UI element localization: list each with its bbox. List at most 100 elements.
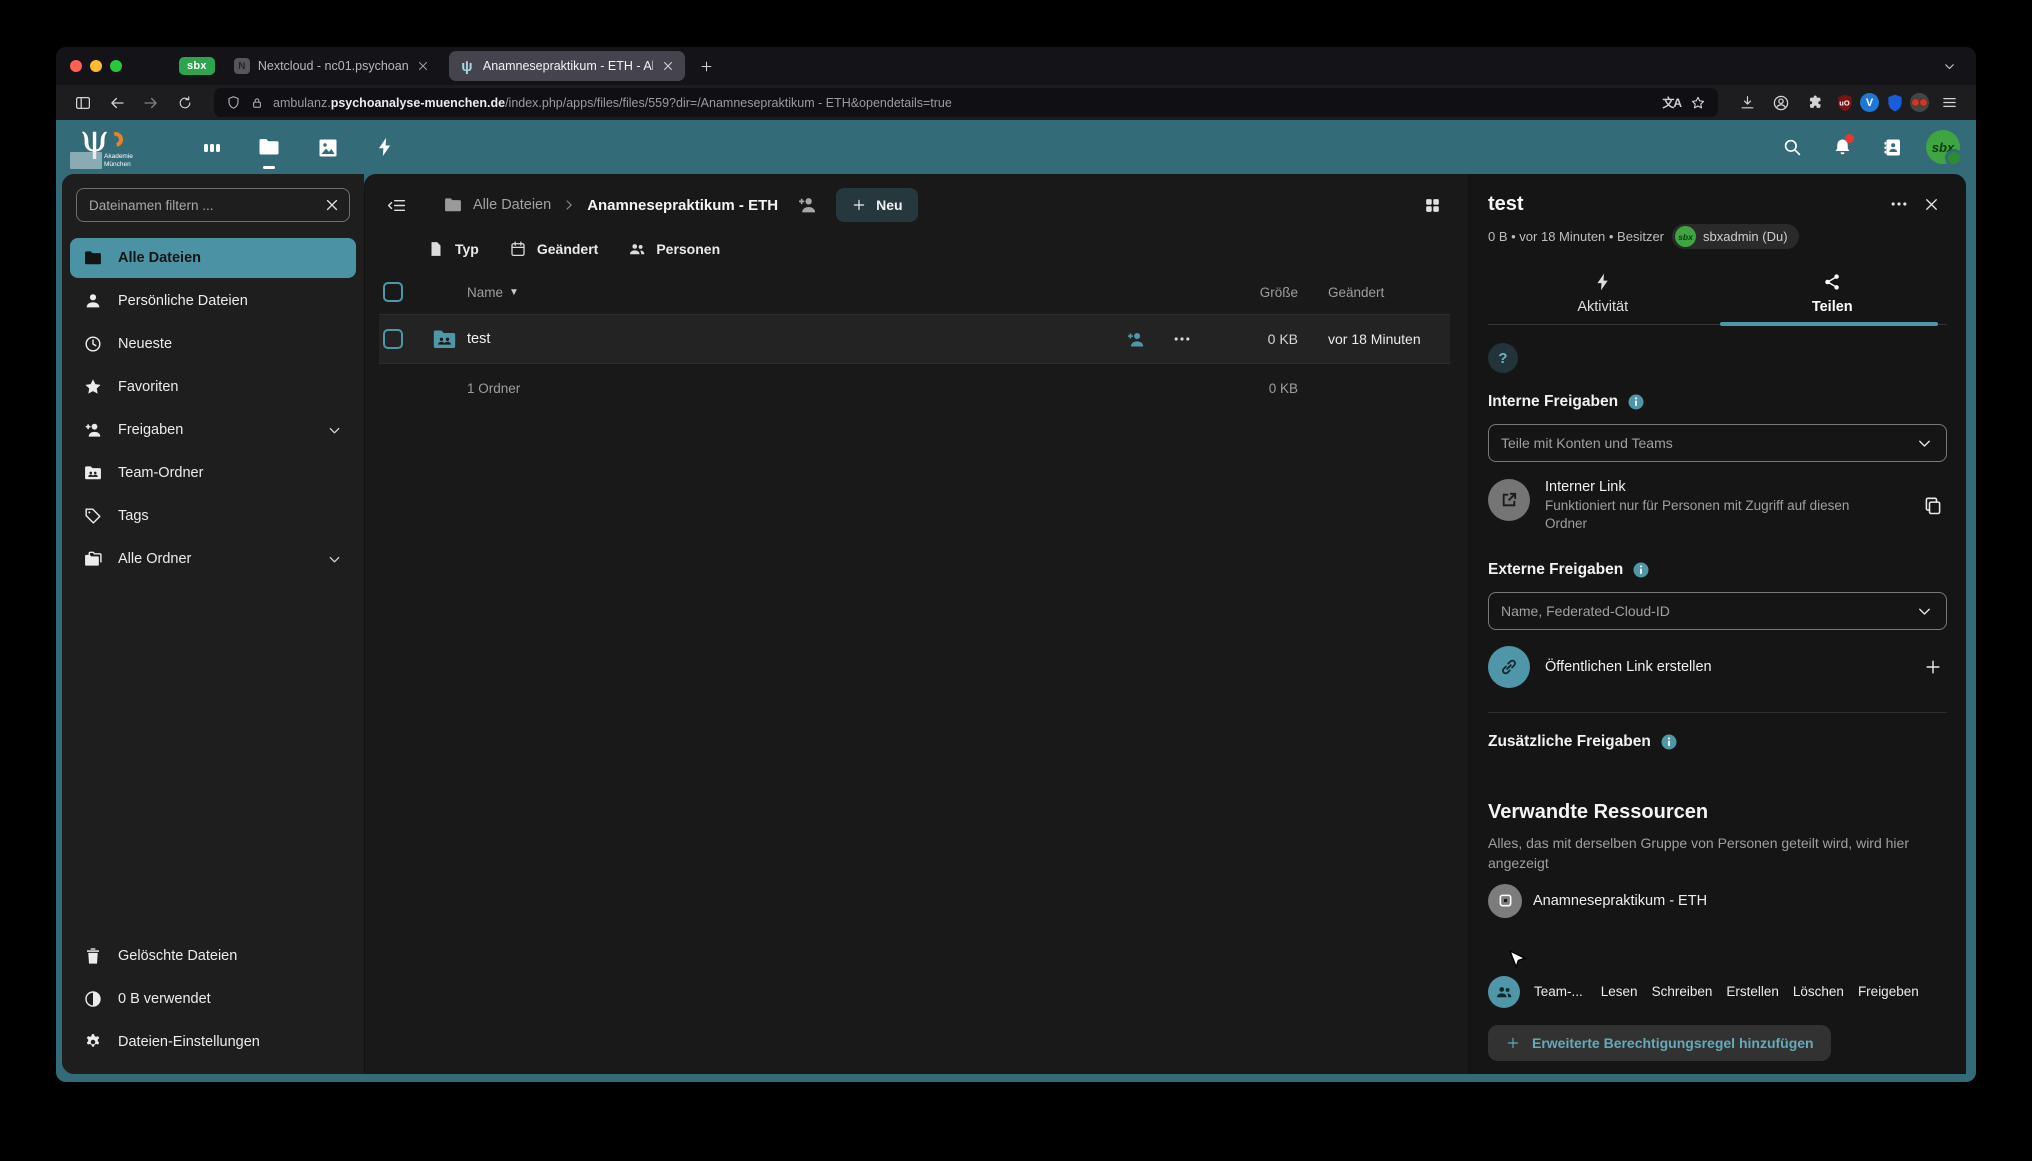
sharing-help-button[interactable]: ?: [1488, 343, 1518, 373]
zoom-window-button[interactable]: [110, 60, 122, 72]
breadcrumb-current[interactable]: Anamnesepraktikum - ETH: [587, 197, 778, 214]
sidebar-item-shares[interactable]: Freigaben: [70, 410, 356, 450]
info-icon[interactable]: [1632, 561, 1650, 579]
sidebar-item-personal-files[interactable]: Persönliche Dateien: [70, 281, 356, 321]
filter-chip-modified[interactable]: Geändert: [509, 240, 598, 258]
team-avatar[interactable]: [1488, 976, 1520, 1008]
tracking-protection-shield-icon[interactable]: [226, 95, 241, 110]
filename-filter[interactable]: [76, 188, 350, 222]
account-button[interactable]: [1766, 89, 1796, 116]
sidebar-item-label: Alle Ordner: [118, 551, 191, 567]
public-link-row[interactable]: Öffentlichen Link erstellen: [1488, 646, 1947, 688]
chevron-down-icon[interactable]: [326, 422, 343, 439]
row-checkbox[interactable]: [383, 329, 403, 349]
user-avatar[interactable]: sbx: [1926, 130, 1960, 164]
desktop: { "colors": { "accent": "#4f97a8", "head…: [0, 0, 2032, 1161]
sidebar-toggle-button[interactable]: [68, 89, 98, 116]
details-actions-button[interactable]: [1883, 188, 1915, 220]
share-button[interactable]: [1125, 329, 1146, 350]
copy-internal-link-button[interactable]: [1919, 492, 1947, 520]
create-public-link-button[interactable]: [1919, 653, 1947, 681]
chevron-down-icon[interactable]: [1915, 434, 1934, 453]
close-details-button[interactable]: [1915, 188, 1947, 220]
tab-group-badge[interactable]: sbx: [179, 57, 215, 75]
internal-link-row[interactable]: Interner Link Funktioniert nur für Perso…: [1488, 479, 1947, 533]
chevron-down-icon[interactable]: [1915, 602, 1934, 621]
bookmark-star-icon[interactable]: [1690, 95, 1706, 111]
minimize-window-button[interactable]: [90, 60, 102, 72]
unified-search-button[interactable]: [1772, 125, 1812, 169]
actions-menu-button[interactable]: [1172, 329, 1192, 349]
internal-share-search[interactable]: [1488, 424, 1947, 462]
chevron-down-icon[interactable]: [326, 551, 343, 568]
close-tab-icon[interactable]: [416, 59, 430, 73]
file-name[interactable]: test: [467, 331, 1080, 347]
tab-sharing[interactable]: Teilen: [1718, 263, 1948, 324]
column-header-modified[interactable]: Geändert: [1298, 285, 1450, 300]
sidebar-item-label: Gelöschte Dateien: [118, 948, 237, 964]
select-all-checkbox[interactable]: [383, 282, 403, 302]
new-tab-button[interactable]: [694, 53, 720, 79]
acl-permissions-row: Team-... Lesen Schreiben Erstellen Lösch…: [1488, 976, 1947, 1008]
vimium-extension-icon[interactable]: V: [1859, 92, 1880, 113]
translate-icon[interactable]: 文A: [1662, 94, 1681, 111]
owner-avatar: sbx: [1675, 226, 1696, 247]
bitwarden-extension-icon[interactable]: [1884, 92, 1905, 113]
new-button[interactable]: Neu: [836, 188, 917, 222]
sidebar-item-files-settings[interactable]: Dateien-Einstellungen: [70, 1022, 356, 1062]
notifications-button[interactable]: [1822, 125, 1862, 169]
sidebar-item-favorites[interactable]: Favoriten: [70, 367, 356, 407]
external-share-search[interactable]: [1488, 592, 1947, 630]
sidebar-item-quota[interactable]: 0 B verwendet: [70, 979, 356, 1019]
ublock-extension-icon[interactable]: uO: [1834, 92, 1855, 113]
sidebar-item-tags[interactable]: Tags: [70, 496, 356, 536]
tab-active[interactable]: ψ Anamnesepraktikum - ETH - All: [449, 51, 685, 81]
cookie-extension-icon[interactable]: [1909, 92, 1930, 113]
filter-chip-type[interactable]: Typ: [427, 240, 479, 258]
related-resource-item[interactable]: Anamnesepraktikum - ETH: [1488, 884, 1947, 918]
contacts-button[interactable]: [1872, 125, 1912, 169]
extensions-button[interactable]: [1800, 89, 1830, 116]
clear-filter-icon[interactable]: [323, 196, 341, 214]
collapse-sidebar-button[interactable]: [379, 188, 413, 222]
acl-permission-write: Schreiben: [1652, 984, 1713, 999]
app-photos-button[interactable]: [302, 120, 352, 174]
info-icon[interactable]: [1660, 733, 1678, 751]
close-tab-icon[interactable]: [661, 59, 675, 73]
sidebar-item-recent[interactable]: Neueste: [70, 324, 356, 364]
column-header-size[interactable]: Größe: [1210, 285, 1298, 300]
akademie-muenchen-logo[interactable]: ψ AkademieMünchen: [68, 120, 154, 174]
shared-folder-indicator-icon[interactable]: [796, 194, 818, 216]
app-dashboard-button[interactable]: [186, 120, 236, 174]
sidebar-item-deleted-files[interactable]: Gelöschte Dateien: [70, 936, 356, 976]
tab-inactive[interactable]: N Nextcloud - nc01.psychoanalyse: [224, 51, 440, 81]
close-window-button[interactable]: [70, 60, 82, 72]
app-files-button[interactable]: [244, 120, 294, 174]
add-acl-rule-button[interactable]: Erweiterte Berechtigungsregel hinzufügen: [1488, 1025, 1831, 1061]
reload-button[interactable]: [170, 89, 200, 116]
owner-chip[interactable]: sbx sbxadmin (Du): [1672, 224, 1799, 249]
sidebar-item-all-files[interactable]: Alle Dateien: [70, 238, 356, 278]
app-activity-button[interactable]: [360, 120, 410, 174]
filename-filter-input[interactable]: [89, 198, 317, 213]
external-share-input[interactable]: [1501, 603, 1907, 619]
downloads-button[interactable]: [1732, 89, 1762, 116]
people-icon: [1495, 983, 1513, 1001]
table-row[interactable]: test 0 KB vor 18 Minuten: [379, 314, 1450, 364]
lock-icon[interactable]: [250, 96, 264, 110]
tab-activity[interactable]: Aktivität: [1488, 263, 1718, 324]
info-icon[interactable]: [1627, 393, 1645, 411]
grid-view-toggle[interactable]: [1414, 187, 1450, 223]
list-all-tabs-button[interactable]: [1936, 53, 1962, 79]
back-button[interactable]: [102, 89, 132, 116]
forward-button[interactable]: [136, 89, 166, 116]
menu-button[interactable]: [1934, 89, 1964, 116]
url-bar[interactable]: ambulanz.psychoanalyse-muenchen.de/index…: [214, 88, 1718, 117]
breadcrumb-home[interactable]: Alle Dateien: [443, 195, 551, 215]
column-header-name[interactable]: Name ▼: [421, 285, 1080, 300]
sidebar-item-team-folders[interactable]: Team-Ordner: [70, 453, 356, 493]
filter-chip-people[interactable]: Personen: [628, 240, 720, 258]
internal-share-input[interactable]: [1501, 435, 1907, 451]
sidebar-item-all-folders[interactable]: Alle Ordner: [70, 539, 356, 579]
acl-team-label: Team-...: [1534, 984, 1583, 999]
